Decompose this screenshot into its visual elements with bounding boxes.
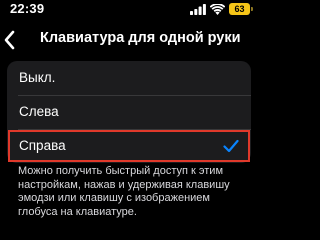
option-label: Слева <box>19 104 59 119</box>
battery-icon: 63 <box>229 3 253 15</box>
option-label: Выкл. <box>19 70 56 85</box>
signal-icon <box>190 3 206 15</box>
chevron-left-icon[interactable] <box>2 30 18 50</box>
option-off[interactable]: Выкл. <box>7 61 251 95</box>
battery-level: 63 <box>234 4 245 14</box>
options-list: Выкл. Слева Справа <box>7 61 251 163</box>
wifi-icon <box>210 3 225 15</box>
status-time: 22:39 <box>10 1 45 16</box>
option-right[interactable]: Справа <box>7 129 251 163</box>
status-icons: 63 <box>190 2 253 16</box>
option-left[interactable]: Слева <box>7 95 251 129</box>
footer-note: Можно получить быстрый доступ к этим нас… <box>18 165 230 218</box>
battery-cap <box>251 7 253 11</box>
option-label: Справа <box>19 138 66 153</box>
nav-bar: Клавиатура для одной руки <box>0 24 259 54</box>
checkmark-icon <box>223 139 239 153</box>
status-bar: 22:39 63 <box>0 0 259 18</box>
page-title: Клавиатура для одной руки <box>40 30 241 46</box>
